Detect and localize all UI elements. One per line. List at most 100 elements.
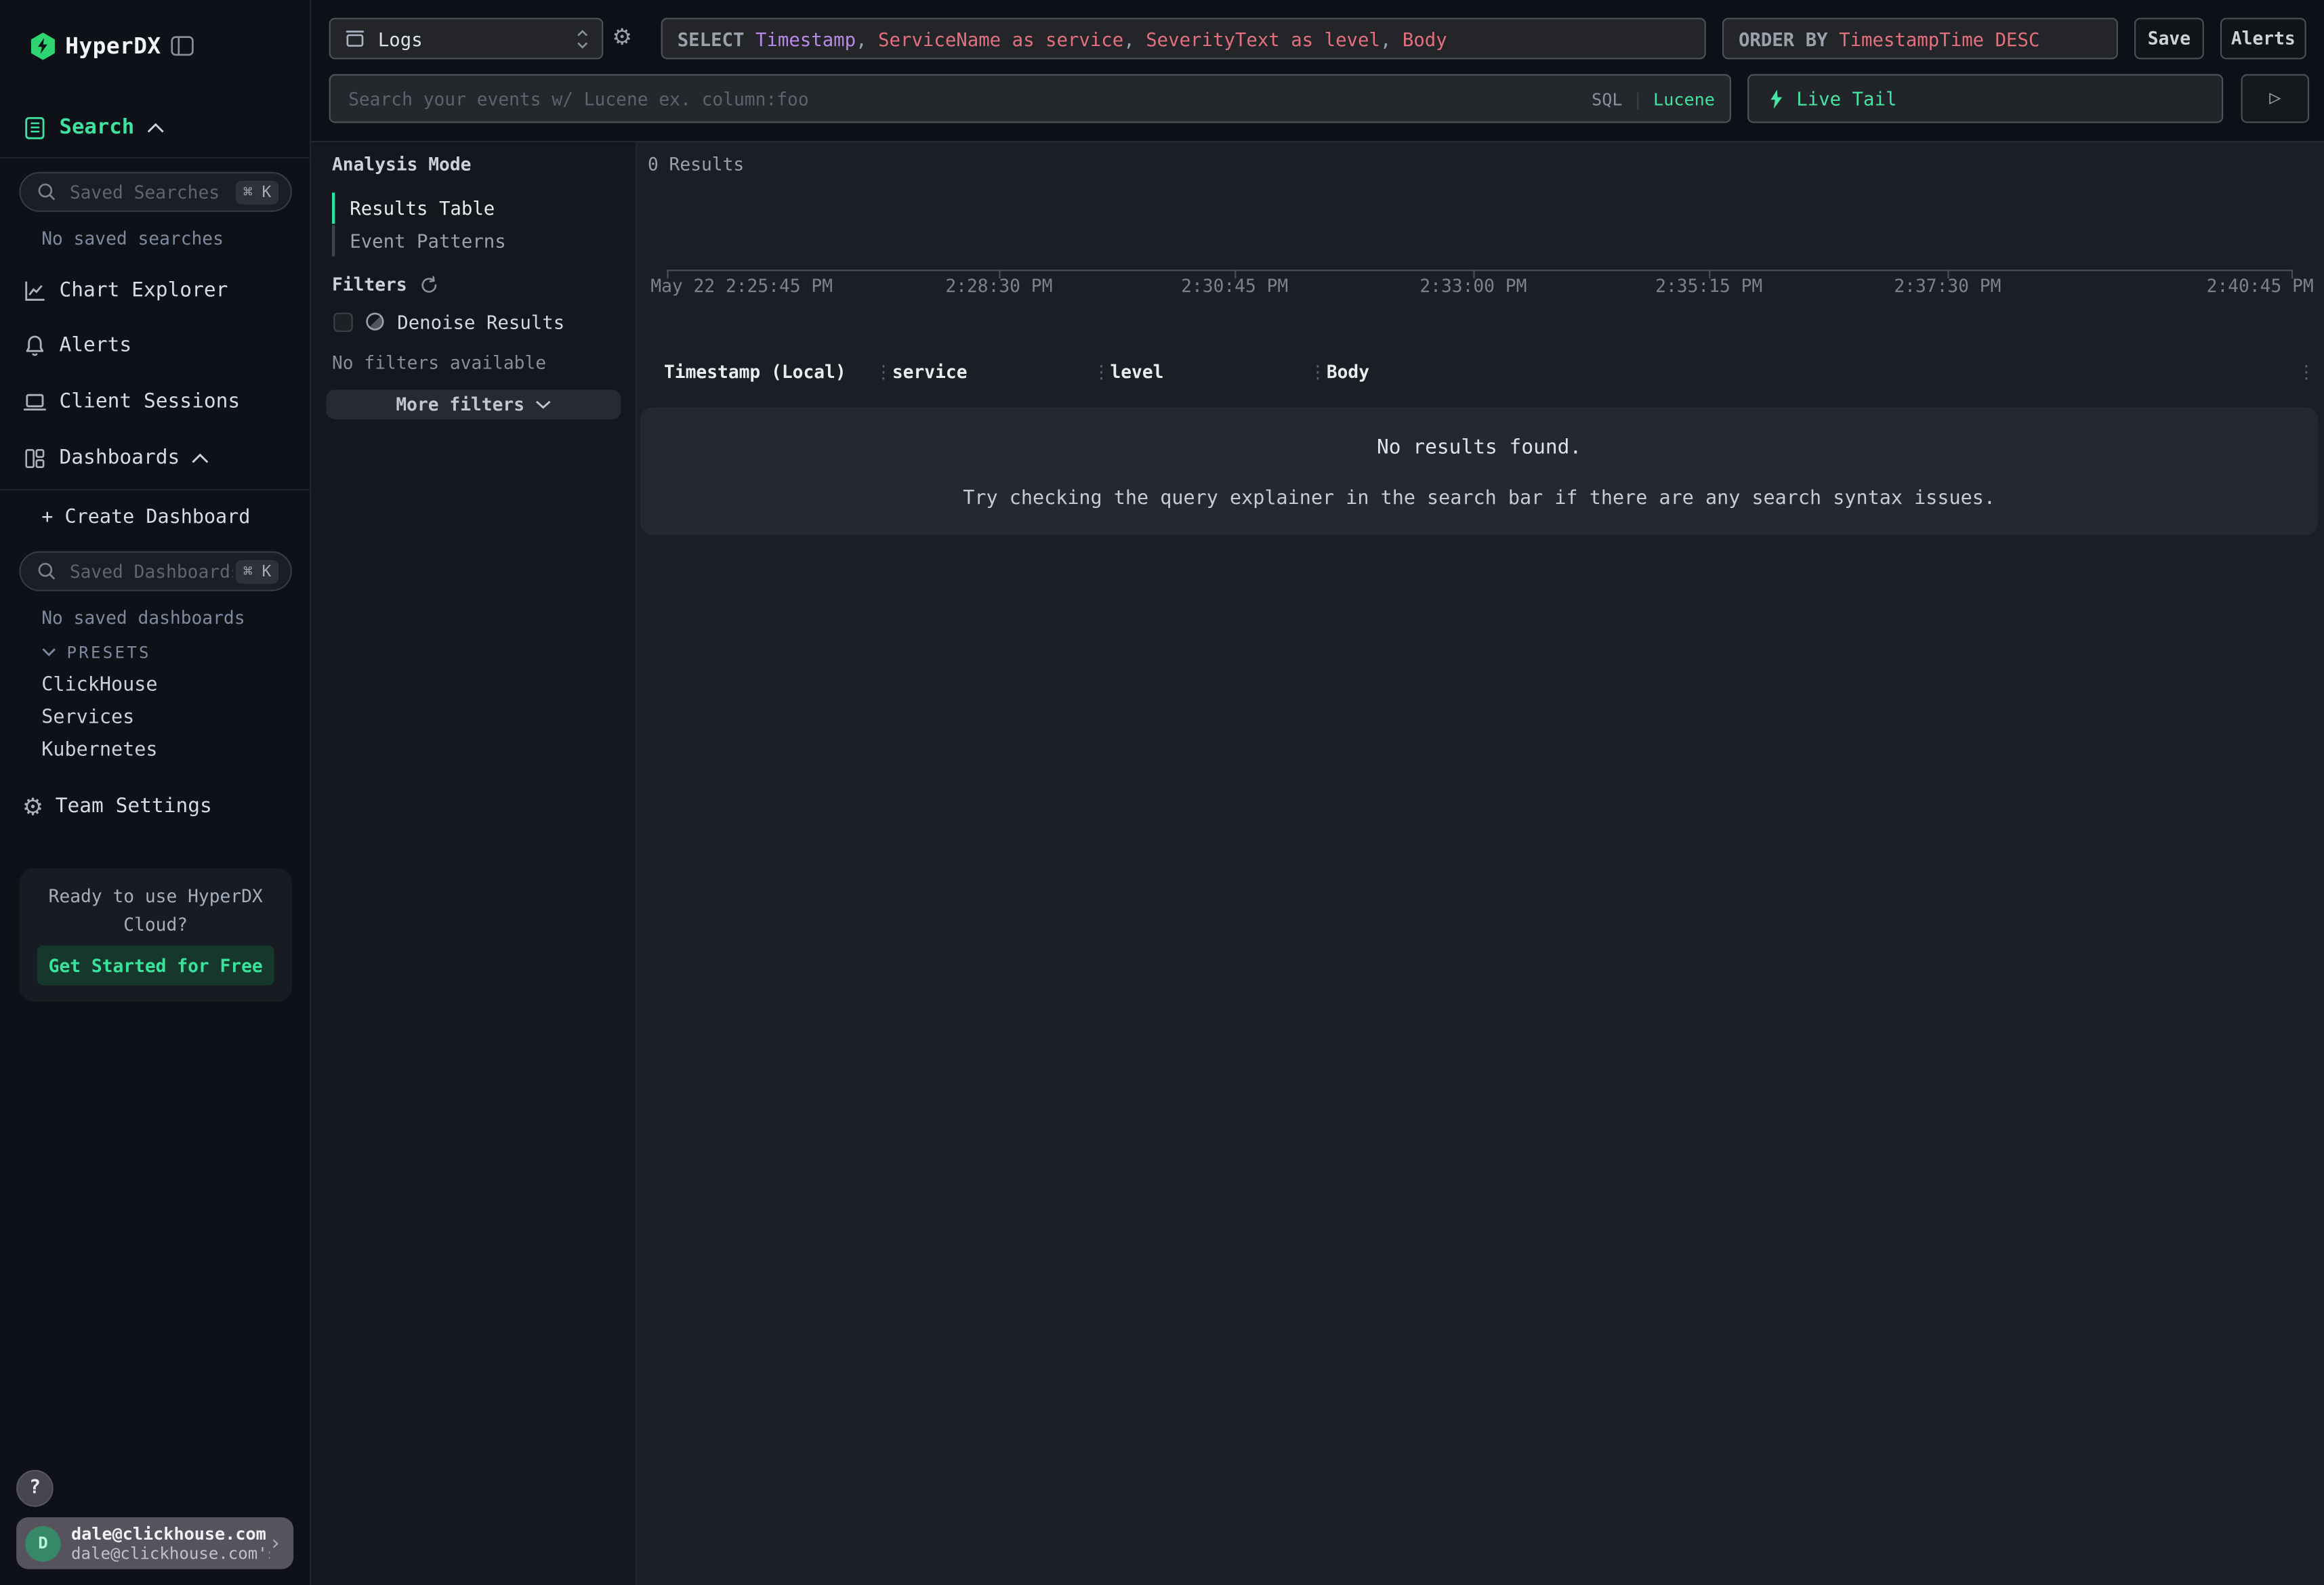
chevron-up-icon bbox=[146, 122, 164, 132]
sidebar-item-label: Search bbox=[60, 116, 135, 140]
event-search-bar[interactable]: SQL | Lucene bbox=[329, 74, 1731, 123]
cloud-promo-card: Ready to use HyperDX Cloud? Get Started … bbox=[19, 868, 292, 1002]
user-menu[interactable]: D dale@clickhouse.com dale@clickhouse.co… bbox=[16, 1517, 293, 1569]
presets-label: PRESETS bbox=[66, 642, 150, 661]
column-header-level[interactable]: level bbox=[1110, 362, 1163, 383]
sidebar-item-alerts[interactable]: Alerts bbox=[0, 326, 131, 364]
sidebar-item-client-sessions[interactable]: Client Sessions bbox=[0, 382, 240, 421]
column-drag-handle[interactable]: ⋮ bbox=[1309, 360, 1327, 384]
axis-label: 2:33:00 PM bbox=[1419, 276, 1527, 297]
axis-label: 2:40:45 PM bbox=[2207, 276, 2314, 297]
no-filters-text: No filters available bbox=[332, 353, 546, 374]
laptop-icon bbox=[22, 389, 47, 414]
more-filters-button[interactable]: More filters bbox=[326, 389, 621, 419]
preset-clickhouse[interactable]: ClickHouse bbox=[41, 674, 157, 696]
saved-dashboards-input[interactable] bbox=[66, 559, 235, 583]
lang-sql-toggle[interactable]: SQL bbox=[1592, 88, 1622, 109]
time-axis bbox=[667, 270, 2293, 271]
denoise-checkbox[interactable] bbox=[333, 312, 352, 331]
axis-label: 2:28:30 PM bbox=[945, 276, 1052, 297]
shortcut-badge: ⌘ K bbox=[236, 180, 278, 204]
search-icon bbox=[37, 562, 56, 580]
column-drag-handle[interactable]: ⋮ bbox=[1092, 360, 1110, 384]
separator: , bbox=[1123, 27, 1146, 49]
archive-box-icon bbox=[344, 28, 367, 49]
empty-state-hint: Try checking the query explainer in the … bbox=[640, 488, 2318, 510]
denoise-icon bbox=[365, 311, 386, 332]
column-drag-handle[interactable]: ⋮ bbox=[875, 360, 892, 384]
axis-label: May 22 2:25:45 PM bbox=[650, 276, 833, 297]
lang-lucene-toggle[interactable]: Lucene bbox=[1653, 88, 1715, 109]
sidebar-item-label: Client Sessions bbox=[60, 389, 241, 413]
gear-icon: ⚙ bbox=[22, 792, 43, 820]
sidebar-item-chart-explorer[interactable]: Chart Explorer bbox=[0, 271, 228, 310]
event-search-input[interactable] bbox=[346, 87, 1592, 110]
select-col-service: ServiceName as service bbox=[878, 27, 1123, 49]
live-tail-button[interactable]: Live Tail bbox=[1747, 74, 2223, 123]
hyperdx-app: HyperDX Search ⌘ K No saved searches bbox=[0, 0, 2324, 1585]
presets-toggle[interactable]: PRESETS bbox=[41, 641, 151, 662]
save-button[interactable]: Save bbox=[2134, 18, 2204, 59]
results-count: 0 Results bbox=[648, 154, 744, 175]
sidebar-collapse-icon[interactable] bbox=[170, 36, 194, 57]
column-header-service[interactable]: service bbox=[892, 362, 968, 383]
sidebar-item-label: Team Settings bbox=[56, 795, 212, 818]
sidebar: HyperDX Search ⌘ K No saved searches bbox=[0, 0, 311, 1585]
mode-event-patterns[interactable]: Event Patterns bbox=[350, 230, 505, 252]
get-started-button[interactable]: Get Started for Free bbox=[37, 946, 274, 986]
lightning-bolt-icon bbox=[1770, 88, 1783, 109]
chart-icon bbox=[22, 278, 47, 303]
sidebar-item-team-settings[interactable]: ⚙ Team Settings bbox=[0, 787, 212, 826]
axis-label: 2:35:15 PM bbox=[1655, 276, 1762, 297]
axis-label: 2:37:30 PM bbox=[1894, 276, 2001, 297]
analysis-mode-header: Analysis Mode bbox=[332, 154, 471, 175]
refresh-icon[interactable] bbox=[419, 275, 438, 294]
axis-label: 2:30:45 PM bbox=[1181, 276, 1288, 297]
more-filters-label: More filters bbox=[396, 394, 524, 415]
preset-kubernetes[interactable]: Kubernetes bbox=[41, 740, 157, 762]
select-keyword: SELECT bbox=[678, 27, 755, 49]
user-email: dale@clickhouse.com bbox=[71, 1524, 269, 1543]
select-col-timestamp: Timestamp bbox=[755, 27, 856, 49]
shortcut-badge: ⌘ K bbox=[236, 559, 278, 583]
alerts-button[interactable]: Alerts bbox=[2220, 18, 2306, 59]
select-col-level: SeverityText as level bbox=[1146, 27, 1380, 49]
orderby-input[interactable]: ORDER BY TimestampTime DESC bbox=[1722, 18, 2118, 59]
topbar: Logs ⚙ SELECT Timestamp, ServiceName as … bbox=[311, 0, 2324, 142]
mode-results-table[interactable]: Results Table bbox=[350, 197, 495, 219]
journal-icon bbox=[22, 115, 47, 140]
chevron-down-icon bbox=[41, 648, 56, 656]
empty-state-title: No results found. bbox=[640, 436, 2318, 459]
denoise-label: Denoise Results bbox=[397, 310, 564, 333]
table-options-icon[interactable]: ⋮ bbox=[2298, 360, 2315, 384]
create-dashboard-button[interactable]: + Create Dashboard bbox=[41, 507, 250, 528]
saved-searches-input[interactable] bbox=[66, 180, 235, 204]
cloud-promo-line2: Cloud? bbox=[19, 911, 292, 939]
mode-rail-active bbox=[332, 192, 335, 224]
saved-dashboards-search[interactable]: ⌘ K bbox=[19, 551, 292, 591]
sidebar-item-label: Alerts bbox=[60, 333, 132, 357]
sidebar-item-search[interactable]: Search bbox=[0, 108, 192, 147]
source-settings-gear-icon[interactable]: ⚙ bbox=[612, 24, 631, 50]
column-header-timestamp[interactable]: Timestamp (Local) bbox=[664, 362, 846, 383]
source-select[interactable]: Logs bbox=[329, 18, 604, 59]
bell-icon bbox=[22, 333, 47, 358]
run-query-button[interactable]: ▷ bbox=[2241, 74, 2310, 123]
sidebar-item-dashboards[interactable]: Dashboards bbox=[0, 439, 238, 478]
select-col-body: Body bbox=[1403, 27, 1447, 49]
help-button[interactable]: ? bbox=[16, 1470, 54, 1507]
divider bbox=[0, 489, 311, 490]
filters-panel: Analysis Mode Results Table Event Patter… bbox=[311, 142, 637, 1585]
denoise-results-option[interactable]: Denoise Results bbox=[333, 303, 564, 339]
filters-header: Filters bbox=[332, 274, 407, 295]
divider bbox=[0, 157, 311, 158]
cloud-promo-line1: Ready to use HyperDX bbox=[19, 883, 292, 912]
preset-services[interactable]: Services bbox=[41, 706, 134, 729]
chevron-right-icon: › bbox=[269, 1531, 281, 1555]
no-saved-searches-text: No saved searches bbox=[41, 228, 224, 249]
saved-searches-search[interactable]: ⌘ K bbox=[19, 172, 292, 212]
select-query-input[interactable]: SELECT Timestamp, ServiceName as service… bbox=[661, 18, 1706, 59]
sidebar-item-label: Chart Explorer bbox=[60, 278, 228, 302]
results-area: 0 Results May 22 2:25:45 PM 2:28:30 PM 2… bbox=[638, 142, 2324, 1585]
column-header-body[interactable]: Body bbox=[1327, 362, 1369, 383]
